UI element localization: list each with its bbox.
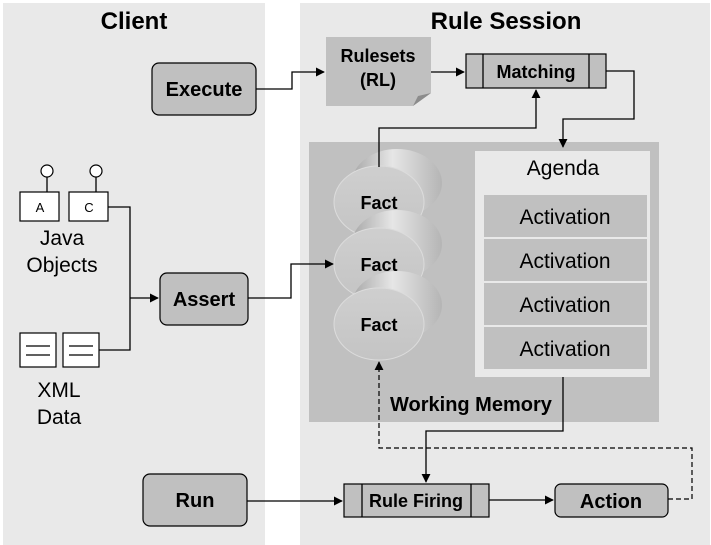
matching-label: Matching bbox=[497, 62, 576, 82]
activation-label: Activation bbox=[519, 338, 610, 361]
rule-firing-process[interactable]: Rule Firing bbox=[343, 483, 490, 518]
fact-label: Fact bbox=[360, 315, 397, 335]
xml-data-label-line2: Data bbox=[37, 406, 82, 429]
fact-label: Fact bbox=[360, 193, 397, 213]
java-objects-label-line2: Objects bbox=[26, 254, 97, 277]
activation-label: Activation bbox=[519, 206, 610, 229]
execute-label: Execute bbox=[166, 79, 243, 101]
java-object-letter: A bbox=[36, 200, 45, 215]
xml-document-icon bbox=[62, 332, 100, 368]
rule-firing-label: Rule Firing bbox=[369, 491, 463, 511]
java-object-letter: C bbox=[84, 200, 93, 215]
rulesets-document[interactable]: Rulesets (RL) bbox=[326, 37, 431, 106]
rule-session-title: Rule Session bbox=[431, 8, 582, 35]
client-title: Client bbox=[101, 8, 168, 35]
agenda-item[interactable]: Activation bbox=[484, 195, 647, 237]
action-box[interactable]: Action bbox=[554, 483, 669, 518]
agenda: Agenda Activation Activation Activation … bbox=[475, 151, 650, 377]
rulesets-label-line1: Rulesets bbox=[340, 46, 415, 66]
agenda-item[interactable]: Activation bbox=[484, 327, 647, 369]
rule-engine-diagram: Client Rule Session Execute Rulesets (RL… bbox=[3, 3, 710, 545]
agenda-item[interactable]: Activation bbox=[484, 283, 647, 325]
run-button[interactable]: Run bbox=[142, 473, 248, 527]
xml-data-label-line1: XML bbox=[37, 379, 80, 402]
java-objects-label-line1: Java bbox=[40, 227, 85, 250]
execute-button[interactable]: Execute bbox=[151, 62, 257, 116]
working-memory-label: Working Memory bbox=[390, 394, 553, 416]
rulesets-label-line2: (RL) bbox=[360, 70, 396, 90]
activation-label: Activation bbox=[519, 294, 610, 317]
action-label: Action bbox=[580, 491, 642, 513]
agenda-title: Agenda bbox=[527, 157, 600, 180]
assert-button[interactable]: Assert bbox=[159, 272, 249, 326]
xml-document-icon bbox=[19, 332, 57, 368]
run-label: Run bbox=[176, 490, 215, 512]
activation-label: Activation bbox=[519, 250, 610, 273]
agenda-item[interactable]: Activation bbox=[484, 239, 647, 281]
assert-label: Assert bbox=[173, 289, 236, 311]
matching-process[interactable]: Matching bbox=[465, 53, 607, 89]
